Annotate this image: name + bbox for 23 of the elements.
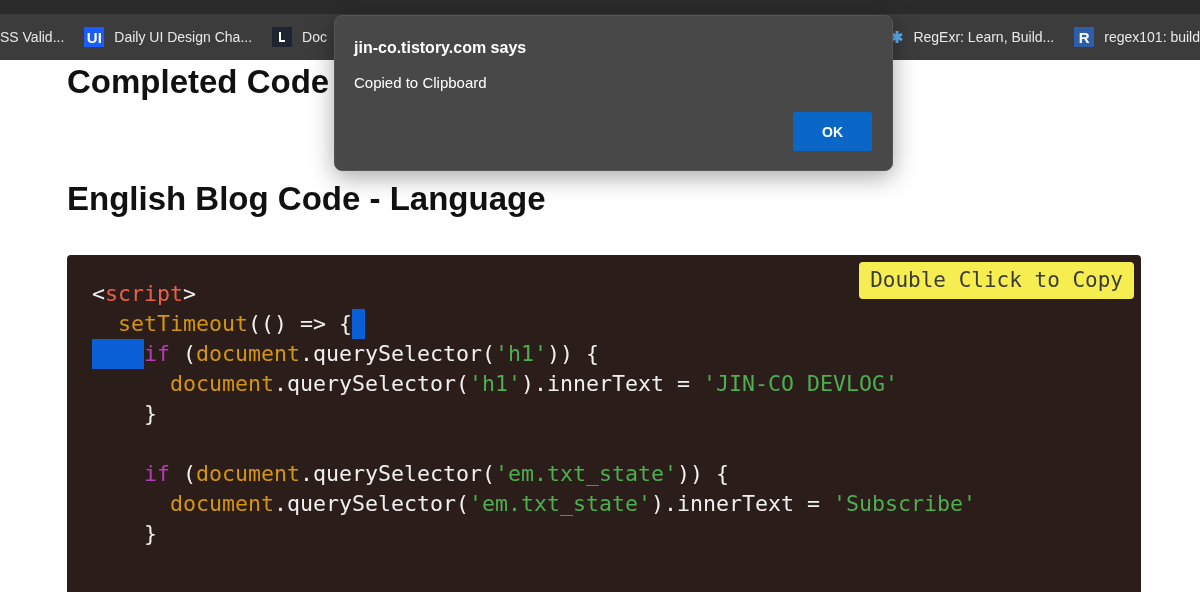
- code-line: }: [143, 400, 157, 428]
- code-line: document.querySelector('h1').innerText = 'JIN-CO DEVLOG': [169, 370, 899, 398]
- bookmark-item[interactable]: SS Valid...: [0, 29, 65, 45]
- code-line: setTimeout(() => {: [117, 310, 353, 338]
- dialog-title: jin-co.tistory.com says: [354, 38, 528, 58]
- dialog-message: Copied to Clipboard: [354, 74, 488, 92]
- copy-hint-badge[interactable]: Double Click to Copy: [859, 262, 1134, 299]
- bookmark-item[interactable]: UI Daily UI Design Cha...: [84, 27, 253, 47]
- code-line: document.querySelector('em.txt_state').innerText = 'Subscribe': [169, 490, 977, 518]
- bookmark-item[interactable]: R regex101: build: [1074, 27, 1200, 47]
- section-heading: English Blog Code - Language: [67, 179, 546, 219]
- bookmark-item[interactable]: RegExr: Learn, Build...: [883, 29, 1055, 45]
- bookmark-item[interactable]: Doc: [272, 27, 327, 47]
- section-heading: Completed Code: [67, 62, 330, 102]
- bookmark-favicon-icon: UI: [84, 27, 105, 47]
- bookmark-favicon-icon: [272, 27, 293, 47]
- code-line: <script>: [92, 280, 197, 308]
- code-line: }: [143, 520, 157, 548]
- bookmark-favicon-icon: R: [1074, 27, 1095, 47]
- bookmark-favicon-icon: [891, 30, 904, 44]
- code-line: if (document.querySelector('em.txt_state')) {: [143, 460, 730, 488]
- ok-button[interactable]: OK: [793, 112, 872, 151]
- code-line: if (document.querySelector('h1')) {: [92, 339, 600, 369]
